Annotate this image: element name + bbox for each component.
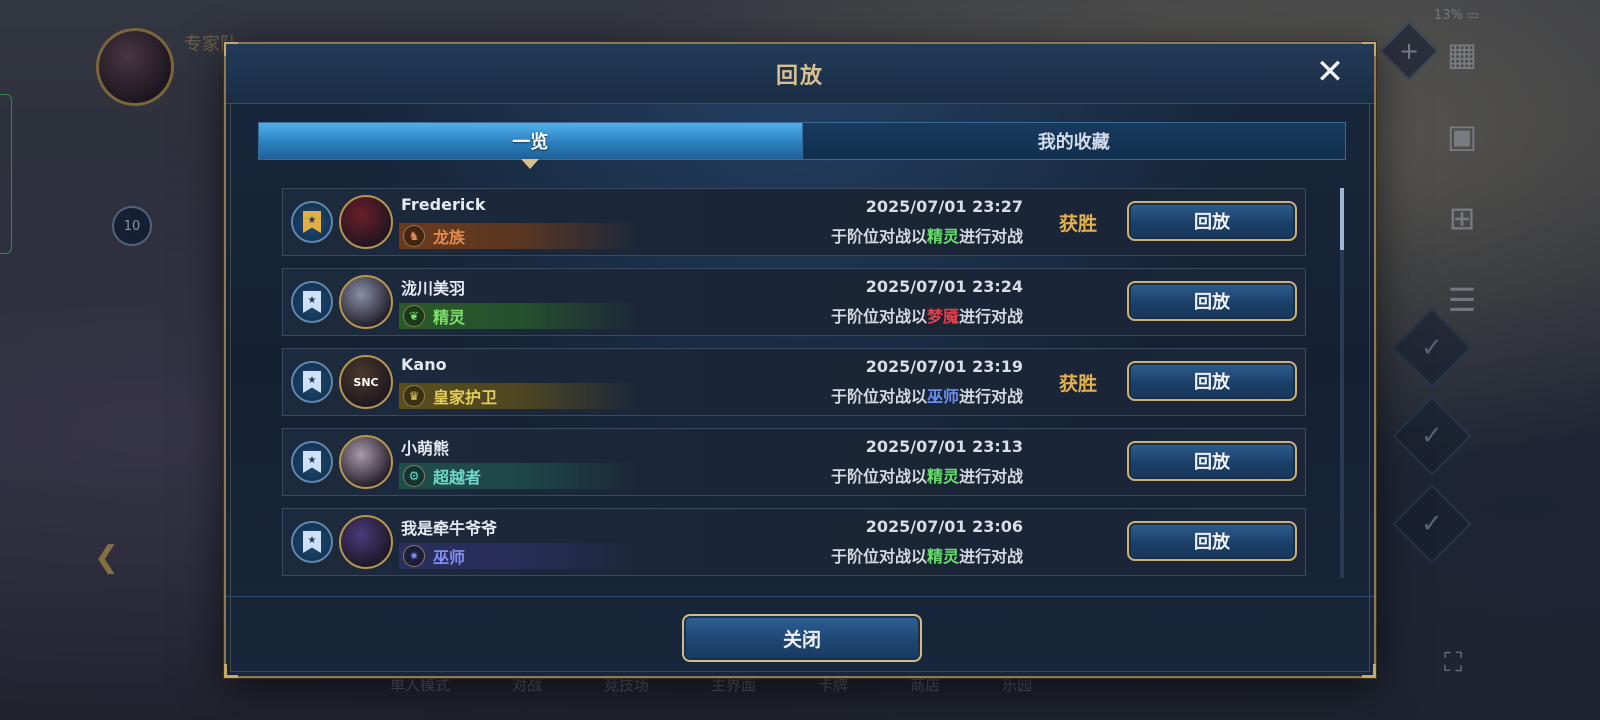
tab-favorites[interactable]: 我的收藏 <box>801 123 1345 159</box>
match-datetime: 2025/07/01 23:06 <box>865 517 1023 536</box>
played-class: 精灵 <box>926 467 959 486</box>
match-description: 于阶位对战以梦魇进行对战 <box>831 303 1023 327</box>
desc-prefix: 于阶位对战以 <box>830 227 927 246</box>
desc-prefix: 于阶位对战以 <box>830 547 927 566</box>
corner-ornament <box>224 664 238 678</box>
opponent-avatar[interactable] <box>339 515 393 569</box>
corner-ornament <box>1362 664 1376 678</box>
tab-overview[interactable]: 一览 <box>259 123 802 169</box>
played-class: 精灵 <box>926 547 959 566</box>
class-icon: ❦ <box>403 305 425 327</box>
replay-row: ★ Frederick ♞ 龙族 2025/07/01 23:27 于阶位对战以… <box>282 188 1306 256</box>
divider <box>226 596 1374 597</box>
bookmark-icon: ★ <box>303 211 321 233</box>
class-name: 龙族 <box>433 228 466 247</box>
bookmark-icon: ★ <box>303 371 321 393</box>
match-result: 获胜 <box>1059 373 1098 395</box>
scrollbar[interactable] <box>1340 188 1344 578</box>
replay-row: ★ 小萌熊 ⚙ 超越者 2025/07/01 23:13 于阶位对战以精灵进行对… <box>282 428 1306 496</box>
replay-dialog: 回放 ✕ 一览 我的收藏 ★ Frederick ♞ 龙族 2025/07/01… <box>224 42 1376 678</box>
opponent-avatar[interactable] <box>339 435 393 489</box>
class-icon: ♞ <box>403 225 425 247</box>
opponent-name: 泷川美羽 <box>401 279 466 298</box>
replay-list[interactable]: ★ Frederick ♞ 龙族 2025/07/01 23:27 于阶位对战以… <box>282 188 1306 578</box>
match-datetime: 2025/07/01 23:24 <box>865 277 1023 296</box>
desc-suffix: 进行对战 <box>958 227 1023 246</box>
class-icon: ⚙ <box>403 465 425 487</box>
opponent-avatar[interactable] <box>339 195 393 249</box>
class-name: 巫师 <box>433 548 466 567</box>
replay-row: ★ 泷川美羽 ❦ 精灵 2025/07/01 23:24 于阶位对战以梦魇进行对… <box>282 268 1306 336</box>
match-description: 于阶位对战以精灵进行对战 <box>831 223 1023 247</box>
class-banner: ♞ 龙族 <box>399 223 639 249</box>
favorite-bookmark-button[interactable]: ★ <box>291 361 333 403</box>
match-datetime: 2025/07/01 23:27 <box>865 197 1023 216</box>
favorite-bookmark-button[interactable]: ★ <box>291 281 333 323</box>
opponent-avatar[interactable] <box>339 275 393 329</box>
opponent-name: Frederick <box>401 195 486 214</box>
scrollbar-thumb[interactable] <box>1340 188 1344 250</box>
bookmark-icon: ★ <box>303 531 321 553</box>
class-banner: ✷ 巫师 <box>399 543 639 569</box>
class-banner: ♛ 皇家护卫 <box>399 383 639 409</box>
avatar-text: SNC <box>353 375 379 389</box>
opponent-avatar[interactable]: SNC <box>339 355 393 409</box>
class-name: 精灵 <box>433 308 466 327</box>
opponent-name: 小萌熊 <box>401 439 450 458</box>
played-class: 梦魇 <box>926 307 959 326</box>
class-name: 超越者 <box>433 468 482 487</box>
tab-bar: 一览 我的收藏 <box>258 122 1346 169</box>
replay-button[interactable]: 回放 <box>1127 361 1297 401</box>
replay-row: ★ 我是牵牛爷爷 ✷ 巫师 2025/07/01 23:06 于阶位对战以精灵进… <box>282 508 1306 576</box>
bookmark-icon: ★ <box>303 291 321 313</box>
replay-row: ★ SNC Kano ♛ 皇家护卫 2025/07/01 23:19 于阶位对战… <box>282 348 1306 416</box>
opponent-name: 我是牵牛爷爷 <box>401 519 498 538</box>
played-class: 巫师 <box>926 387 959 406</box>
class-icon: ✷ <box>403 545 425 567</box>
class-icon: ♛ <box>403 385 425 407</box>
desc-prefix: 于阶位对战以 <box>830 307 927 326</box>
match-result: 获胜 <box>1059 213 1098 235</box>
match-datetime: 2025/07/01 23:13 <box>865 437 1023 456</box>
class-banner: ⚙ 超越者 <box>399 463 639 489</box>
dialog-title: 回放 <box>775 64 824 89</box>
match-datetime: 2025/07/01 23:19 <box>865 357 1023 376</box>
replay-button[interactable]: 回放 <box>1127 441 1297 481</box>
close-button[interactable]: 关闭 <box>682 614 922 662</box>
replay-button[interactable]: 回放 <box>1127 201 1297 241</box>
class-name: 皇家护卫 <box>433 388 498 407</box>
replay-button[interactable]: 回放 <box>1127 281 1297 321</box>
bookmark-icon: ★ <box>303 451 321 473</box>
close-icon[interactable]: ✕ <box>1312 54 1348 90</box>
desc-prefix: 于阶位对战以 <box>830 387 927 406</box>
match-description: 于阶位对战以精灵进行对战 <box>831 463 1023 487</box>
desc-suffix: 进行对战 <box>958 467 1023 486</box>
favorite-bookmark-button[interactable]: ★ <box>291 441 333 483</box>
match-description: 于阶位对战以精灵进行对战 <box>831 543 1023 567</box>
match-description: 于阶位对战以巫师进行对战 <box>831 383 1023 407</box>
replay-button[interactable]: 回放 <box>1127 521 1297 561</box>
favorite-bookmark-button[interactable]: ★ <box>291 201 333 243</box>
opponent-name: Kano <box>401 355 447 374</box>
desc-suffix: 进行对战 <box>958 307 1023 326</box>
class-banner: ❦ 精灵 <box>399 303 639 329</box>
desc-suffix: 进行对战 <box>958 547 1023 566</box>
dialog-header: 回放 ✕ <box>226 44 1374 104</box>
desc-prefix: 于阶位对战以 <box>830 467 927 486</box>
desc-suffix: 进行对战 <box>958 387 1023 406</box>
favorite-bookmark-button[interactable]: ★ <box>291 521 333 563</box>
played-class: 精灵 <box>926 227 959 246</box>
